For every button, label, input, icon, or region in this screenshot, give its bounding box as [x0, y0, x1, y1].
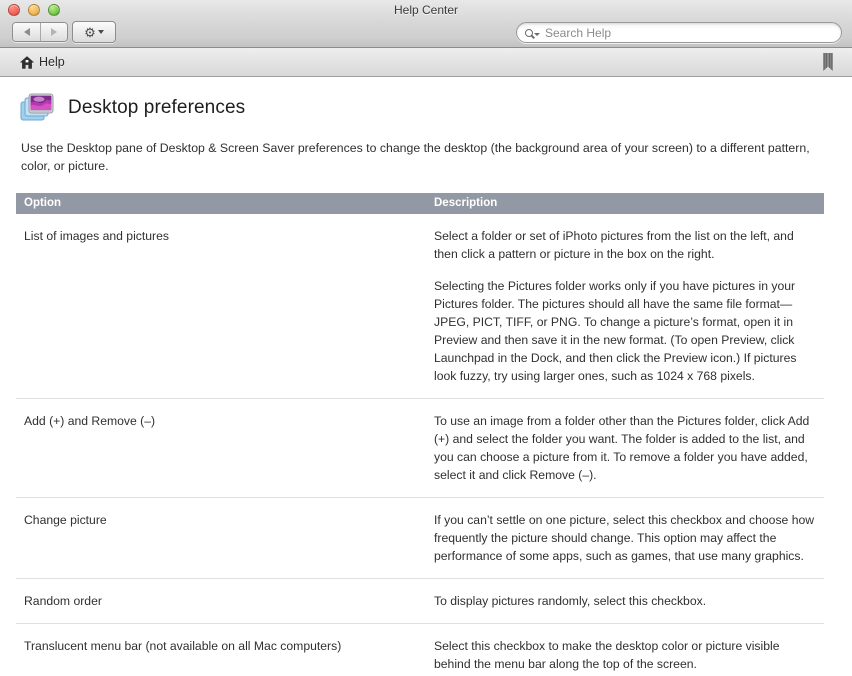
table-row: Add (+) and Remove (–) To use an image f… — [16, 398, 824, 498]
table-body: List of images and pictures Select a fol… — [16, 214, 824, 675]
cell-description: Select a folder or set of iPhoto picture… — [426, 214, 824, 399]
breadcrumb-label: Help — [39, 55, 65, 69]
desktop-preferences-icon — [20, 93, 54, 121]
page-header: Desktop preferences — [16, 77, 836, 123]
cell-option: List of images and pictures — [16, 214, 426, 399]
forward-button[interactable] — [40, 23, 67, 41]
chevron-right-icon — [51, 28, 57, 36]
breadcrumb-bar: Help — [0, 48, 852, 77]
table-header: Option Description — [16, 193, 824, 214]
table-row: Translucent menu bar (not available on a… — [16, 623, 824, 675]
back-button[interactable] — [13, 23, 40, 41]
table-row: Change picture If you can’t settle on on… — [16, 497, 824, 579]
description-paragraph: If you can’t settle on one picture, sele… — [434, 513, 815, 563]
bookmark-icon — [823, 53, 833, 71]
action-gear-button[interactable]: ⚙ — [72, 21, 116, 43]
page-title: Desktop preferences — [68, 97, 246, 118]
cell-description: Select this checkbox to make the desktop… — [426, 623, 824, 675]
window-title: Help Center — [393, 3, 459, 17]
cell-option: Add (+) and Remove (–) — [16, 398, 426, 498]
table-row: List of images and pictures Select a fol… — [16, 214, 824, 399]
search-input[interactable]: Search Help — [516, 22, 842, 43]
search-placeholder: Search Help — [545, 25, 612, 40]
search-menu-chevron-icon — [534, 32, 540, 36]
cell-option: Change picture — [16, 497, 426, 579]
description-paragraph: To use an image from a folder other than… — [434, 414, 810, 482]
gear-icon: ⚙ — [84, 24, 96, 40]
window-titlebar-toolbar: Help Center ⚙ Search Help — [0, 0, 852, 48]
description-paragraph: Select this checkbox to make the desktop… — [434, 639, 780, 671]
chevron-left-icon — [23, 28, 30, 36]
chevron-down-icon — [97, 30, 104, 34]
magnifier-icon — [525, 28, 533, 37]
table-header-row: Option Description — [16, 193, 824, 214]
cell-option: Translucent menu bar (not available on a… — [16, 623, 426, 675]
cell-description: If you can’t settle on one picture, sele… — [426, 497, 824, 579]
breadcrumb-item-help[interactable]: Help — [20, 55, 65, 69]
description-paragraph: Selecting the Pictures folder works only… — [434, 279, 797, 383]
column-header-description: Description — [426, 193, 824, 214]
column-header-option: Option — [16, 193, 426, 214]
cell-description: To display pictures randomly, select thi… — [426, 578, 824, 624]
home-icon — [20, 55, 34, 69]
search-icon[interactable] — [525, 28, 540, 37]
help-article-content: Desktop preferences Use the Desktop pane… — [0, 77, 852, 675]
table-row: Random order To display pictures randoml… — [16, 578, 824, 624]
navigation-segmented-control — [12, 22, 68, 42]
cell-description: To use an image from a folder other than… — [426, 398, 824, 498]
description-paragraph: To display pictures randomly, select thi… — [434, 594, 707, 608]
options-table: Option Description List of images and pi… — [16, 193, 824, 675]
cell-option: Random order — [16, 578, 426, 624]
intro-paragraph: Use the Desktop pane of Desktop & Screen… — [21, 141, 810, 173]
help-center-window: Help Center ⚙ Search Help Help Desktop p… — [0, 0, 852, 676]
description-paragraph: Select a folder or set of iPhoto picture… — [434, 229, 794, 261]
bookmark-button[interactable] — [822, 53, 834, 72]
